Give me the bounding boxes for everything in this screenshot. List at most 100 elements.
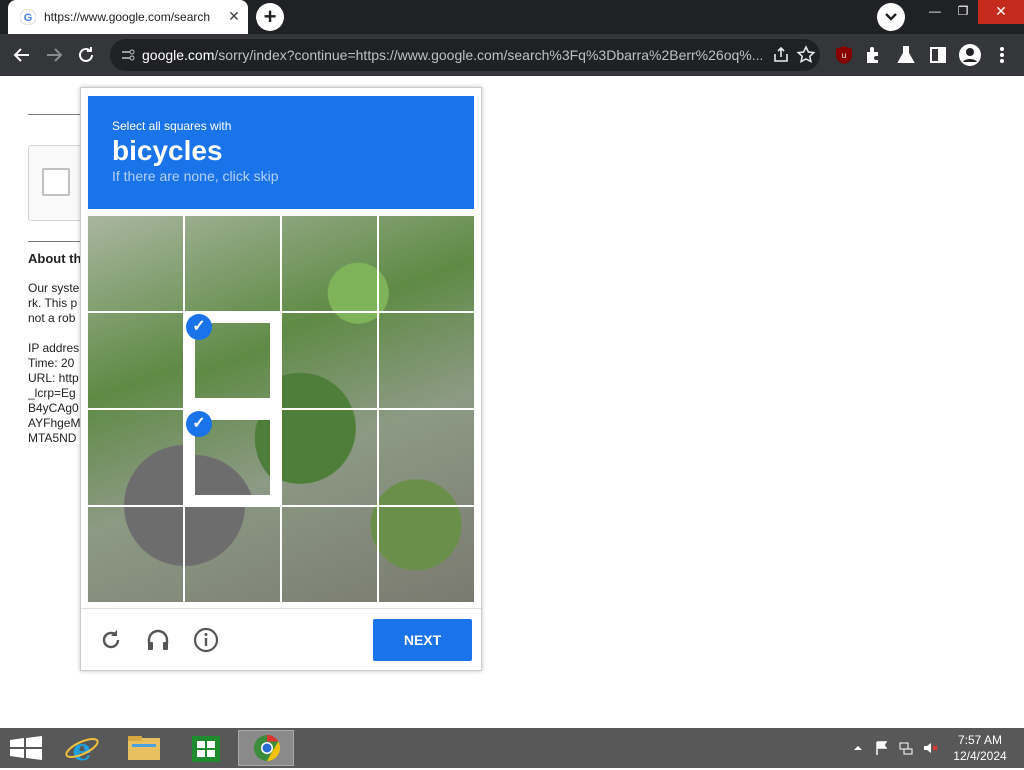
info-icon[interactable] [193,627,219,653]
not-robot-checkbox[interactable] [42,168,70,196]
labs-flask-icon[interactable] [894,43,918,67]
about-heading: About th [28,251,80,266]
info-line: Time: 20 [28,356,75,370]
captcha-tile[interactable] [88,216,183,311]
internet-explorer-icon[interactable]: e [54,730,110,766]
forward-arrow-icon[interactable] [42,43,66,67]
store-icon[interactable] [178,730,234,766]
captcha-tile[interactable] [88,507,183,602]
tile-selected-check-icon: ✓ [186,314,212,340]
info-line: IP addres [28,341,80,355]
site-info-icon[interactable] [120,47,136,63]
restore-button[interactable]: ❐ [948,0,978,24]
next-button[interactable]: NEXT [373,619,472,661]
url-host: google.com [142,47,215,63]
info-line: URL: http [28,371,79,385]
captcha-tile[interactable] [185,216,280,311]
captcha-tile-image [282,410,377,505]
chrome-icon [254,734,281,762]
para-line: not a rob [28,311,76,325]
captcha-tile[interactable] [282,410,377,505]
captcha-tile[interactable] [282,216,377,311]
captcha-tile-image [379,313,474,408]
captcha-tile-image [282,216,377,311]
tab-search-button[interactable] [877,3,905,31]
side-panel-icon[interactable] [926,43,950,67]
svg-text:e: e [72,733,91,766]
captcha-target: bicycles [112,135,223,166]
back-arrow-icon[interactable] [10,43,34,67]
reload-icon[interactable] [98,627,124,653]
url-path: /sorry/index?continue=https://www.google… [214,47,762,63]
captcha-tile-image [379,410,474,505]
captcha-tile[interactable] [379,313,474,408]
info-line: MTA5ND [28,431,77,445]
captcha-instruction: Select all squares with [112,119,232,133]
window-close-button[interactable]: ✕ [978,0,1024,24]
volume-muted-icon[interactable] [922,740,938,756]
address-bar[interactable]: google.com/sorry/index?continue=https://… [110,39,820,71]
share-icon[interactable] [772,46,790,64]
captcha-tile[interactable]: ✓ [185,313,280,408]
tab-title: https://www.google.com/search [44,10,211,24]
para-line: rk. This p [28,296,78,310]
tile-selected-check-icon: ✓ [186,411,212,437]
captcha-tile[interactable] [282,313,377,408]
tab-close-icon[interactable]: ✕ [226,8,242,24]
windows-taskbar: e 7:57 AM 12/4/2024 [0,728,1024,768]
reload-icon[interactable] [74,43,98,67]
captcha-tile[interactable] [379,410,474,505]
info-line: B4yCAg0 [28,401,79,415]
captcha-tile-image [88,313,183,408]
info-line: AYFhgeM [28,416,80,430]
audio-headphones-icon[interactable] [145,627,171,653]
clock-date: 12/4/2024 [953,749,1007,763]
profile-icon[interactable] [958,43,982,67]
captcha-tile-image [379,216,474,311]
para-line: Our syste [28,281,80,295]
captcha-tile-image [185,507,280,602]
ublock-icon[interactable]: u [832,43,856,67]
browser-toolbar: google.com/sorry/index?continue=https://… [0,34,1024,76]
action-center-flag-icon[interactable] [874,740,890,756]
captcha-tile[interactable] [379,507,474,602]
captcha-tile[interactable] [282,507,377,602]
system-clock[interactable]: 7:57 AM 12/4/2024 [942,732,1018,764]
extensions-icon[interactable] [862,43,886,67]
network-icon[interactable] [898,740,914,756]
captcha-tile-image [88,507,183,602]
chevron-down-icon [885,13,897,21]
captcha-header: Select all squares with bicycles If ther… [88,96,474,209]
captcha-footer: NEXT [81,608,481,671]
show-hidden-icons-icon[interactable] [850,740,866,756]
captcha-tile[interactable]: ✓ [185,410,280,505]
captcha-hint: If there are none, click skip [112,168,279,184]
new-tab-button[interactable]: + [256,3,284,31]
captcha-tile-image [282,507,377,602]
google-favicon-icon: G [20,9,36,25]
browser-tab[interactable]: G https://www.google.com/search ✕ [8,0,248,34]
captcha-tile[interactable] [88,313,183,408]
clock-time: 7:57 AM [957,733,1003,747]
file-explorer-icon[interactable] [116,730,172,766]
captcha-tile-image [185,216,280,311]
start-windows-icon[interactable] [0,730,56,766]
captcha-image-grid: ✓ ✓ [88,216,474,602]
tab-strip: G https://www.google.com/search ✕ + — ❐ … [0,0,1024,34]
svg-text:G: G [24,12,33,24]
captcha-challenge: Select all squares with bicycles If ther… [80,87,482,671]
captcha-tile[interactable] [185,507,280,602]
bookmark-star-icon[interactable] [796,45,816,65]
captcha-tile-image [88,410,183,505]
svg-text:u: u [842,51,846,60]
captcha-tile[interactable] [88,410,183,505]
captcha-tile-image [88,216,183,311]
chrome-taskbar-button[interactable] [238,730,294,766]
divider [28,241,80,242]
url-text: google.com/sorry/index?continue=https://… [142,47,762,63]
menu-kebab-icon[interactable] [990,43,1014,67]
captcha-tile[interactable] [379,216,474,311]
captcha-tile-image [282,313,377,408]
minimize-button[interactable]: — [920,0,950,24]
captcha-tile-image [379,507,474,602]
